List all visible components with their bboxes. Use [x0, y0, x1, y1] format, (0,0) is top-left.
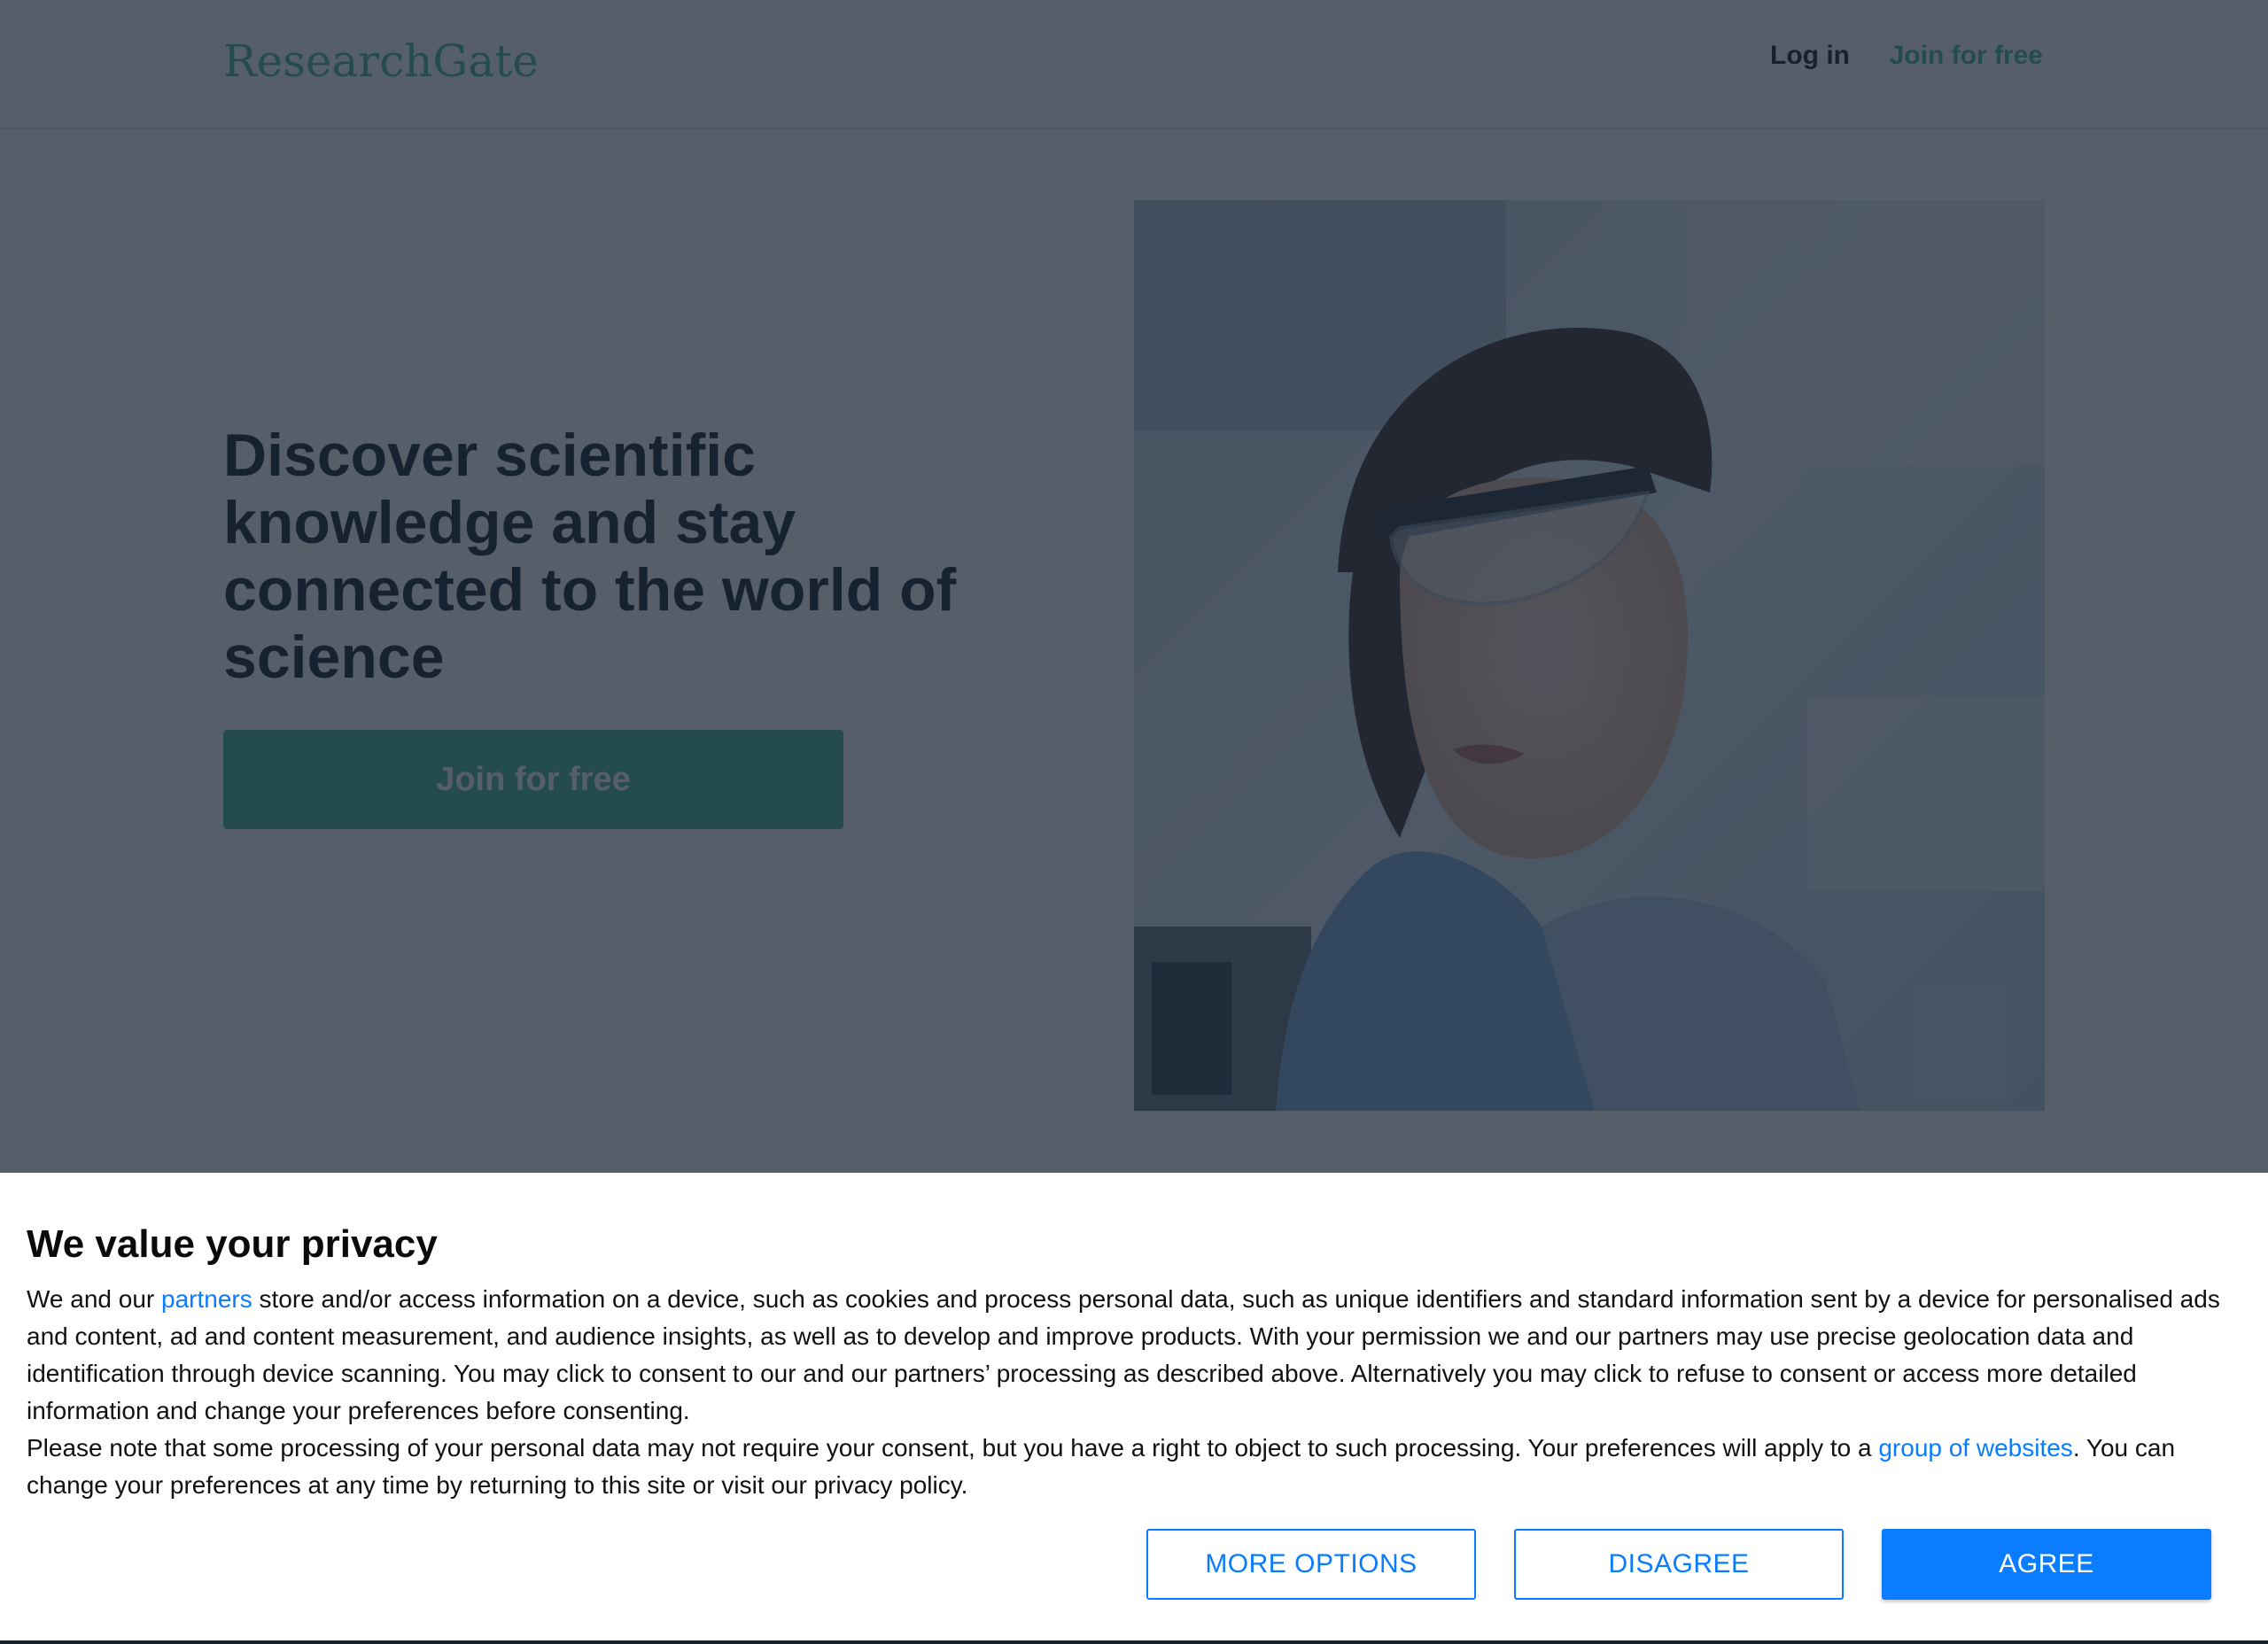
hero-heading: Discover scientific knowledge and stay c…: [223, 422, 957, 691]
join-link[interactable]: Join for free: [1890, 41, 2043, 71]
site-header: ResearchGate Log in Join for free: [0, 0, 2268, 129]
disagree-button[interactable]: DISAGREE: [1514, 1529, 1844, 1600]
consent-text-segment: Please note that some processing of your…: [27, 1434, 1879, 1462]
scientist-illustration: [1134, 200, 2045, 1111]
agree-button[interactable]: AGREE: [1882, 1529, 2211, 1600]
join-for-free-button[interactable]: Join for free: [223, 730, 843, 829]
researchgate-logo[interactable]: ResearchGate: [223, 35, 539, 87]
partners-link[interactable]: partners: [161, 1285, 252, 1313]
consent-title: We value your privacy: [27, 1222, 438, 1266]
consent-text-segment: We and our: [27, 1285, 162, 1313]
consent-text-segment: store and/or access information on a dev…: [27, 1285, 2220, 1424]
bottom-divider: [0, 1640, 2268, 1644]
scientist-photo: [1134, 200, 2045, 1111]
consent-text: We and our partners store and/or access …: [27, 1281, 2241, 1504]
group-of-websites-link[interactable]: group of websites: [1878, 1434, 2072, 1462]
page: ResearchGate Log in Join for free Discov…: [0, 0, 2268, 1644]
more-options-button[interactable]: MORE OPTIONS: [1146, 1529, 1476, 1600]
login-link[interactable]: Log in: [1770, 41, 1850, 71]
consent-paragraph-1: We and our partners store and/or access …: [27, 1281, 2241, 1430]
consent-paragraph-2: Please note that some processing of your…: [27, 1430, 2241, 1504]
privacy-consent-banner: We value your privacy We and our partner…: [0, 1173, 2268, 1644]
